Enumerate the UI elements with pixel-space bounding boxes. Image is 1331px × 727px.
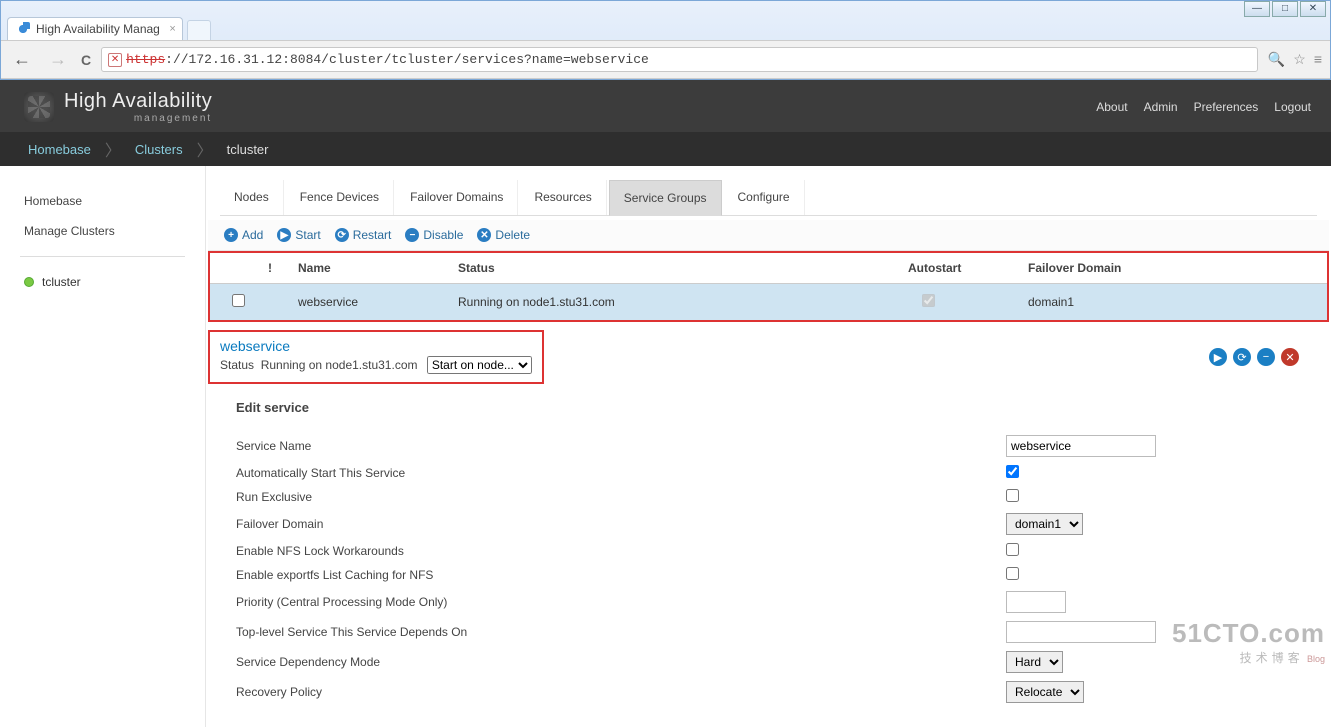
detail-start-icon[interactable]: ▶ xyxy=(1209,348,1227,366)
sidebar-manage-clusters[interactable]: Manage Clusters xyxy=(0,216,205,246)
checkbox-run-exclusive[interactable] xyxy=(1006,489,1019,502)
brand-subtitle: management xyxy=(64,113,212,124)
action-restart[interactable]: ⟳Restart xyxy=(335,228,392,242)
input-depends-on[interactable] xyxy=(1006,621,1156,643)
tab-nodes[interactable]: Nodes xyxy=(220,180,284,215)
col-priority: ! xyxy=(260,259,290,277)
input-priority[interactable] xyxy=(1006,591,1066,613)
col-name: Name xyxy=(290,259,450,277)
brand-title: High Availability xyxy=(64,90,212,113)
action-delete[interactable]: ✕Delete xyxy=(477,228,530,242)
tab-title: High Availability Manag xyxy=(36,22,160,36)
header-link-logout[interactable]: Logout xyxy=(1274,100,1311,114)
row-name: webservice xyxy=(290,293,450,311)
input-service-name[interactable] xyxy=(1006,435,1156,457)
plus-icon: + xyxy=(224,228,238,242)
row-status: Running on node1.stu31.com xyxy=(450,293,900,311)
action-start[interactable]: ▶Start xyxy=(277,228,320,242)
address-bar[interactable]: ✕ https://172.16.31.12:8084/cluster/tclu… xyxy=(101,47,1258,72)
label-exportfs: Enable exportfs List Caching for NFS xyxy=(236,568,1006,582)
label-run-exclusive: Run Exclusive xyxy=(236,490,1006,504)
row-select-checkbox[interactable] xyxy=(232,294,245,307)
header-link-preferences[interactable]: Preferences xyxy=(1194,100,1259,114)
tab-failover-domains[interactable]: Failover Domains xyxy=(396,180,518,215)
sidebar-homebase[interactable]: Homebase xyxy=(0,186,205,216)
chevron-right-icon: 〉 xyxy=(105,137,121,161)
select-failover-domain[interactable]: domain1 xyxy=(1006,513,1083,535)
url-scheme: https xyxy=(126,52,165,67)
sidebar-separator xyxy=(20,256,185,257)
search-icon[interactable]: 🔍 xyxy=(1268,51,1285,68)
window-close-button[interactable]: ✕ xyxy=(1300,1,1326,17)
service-detail-title: webservice xyxy=(220,338,532,354)
checkbox-nfs-lock[interactable] xyxy=(1006,543,1019,556)
label-service-name: Service Name xyxy=(236,439,1006,453)
tab-resources[interactable]: Resources xyxy=(520,180,606,215)
table-row[interactable]: webservice Running on node1.stu31.com do… xyxy=(210,284,1327,320)
bookmark-icon[interactable]: ☆ xyxy=(1293,51,1306,68)
label-priority: Priority (Central Processing Mode Only) xyxy=(236,595,1006,609)
checkbox-autostart[interactable] xyxy=(1006,465,1019,478)
section-title: Edit service xyxy=(236,400,1301,415)
status-dot-icon xyxy=(24,277,34,287)
breadcrumb-current: tcluster xyxy=(213,142,283,157)
insecure-icon: ✕ xyxy=(108,53,122,67)
minus-icon: − xyxy=(405,228,419,242)
label-dep-mode: Service Dependency Mode xyxy=(236,655,1006,669)
label-failover-domain: Failover Domain xyxy=(236,517,1006,531)
sidebar-cluster-item[interactable]: tcluster xyxy=(0,267,205,297)
menu-icon[interactable]: ≡ xyxy=(1314,51,1322,68)
reload-button[interactable]: C xyxy=(81,52,91,68)
new-tab-button[interactable] xyxy=(187,20,211,40)
col-autostart: Autostart xyxy=(900,259,1020,277)
header-link-about[interactable]: About xyxy=(1096,100,1127,114)
refresh-icon: ⟳ xyxy=(335,228,349,242)
table-header: ! Name Status Autostart Failover Domain xyxy=(210,251,1327,284)
detail-refresh-icon[interactable]: ⟳ xyxy=(1233,348,1251,366)
url-rest: ://172.16.31.12:8084/cluster/tcluster/se… xyxy=(165,52,649,67)
favicon-icon xyxy=(16,22,30,36)
forward-button[interactable]: → xyxy=(45,49,71,70)
start-on-node-select[interactable]: Start on node... xyxy=(427,356,532,374)
tab-service-groups[interactable]: Service Groups xyxy=(609,180,722,216)
x-icon: ✕ xyxy=(477,228,491,242)
breadcrumb-homebase[interactable]: Homebase xyxy=(14,142,105,157)
window-maximize-button[interactable]: □ xyxy=(1272,1,1298,17)
action-add[interactable]: +Add xyxy=(224,228,263,242)
window-minimize-button[interactable]: — xyxy=(1244,1,1270,17)
header-link-admin[interactable]: Admin xyxy=(1144,100,1178,114)
label-nfs-lock: Enable NFS Lock Workarounds xyxy=(236,544,1006,558)
label-autostart: Automatically Start This Service xyxy=(236,466,1006,480)
status-label: Status xyxy=(220,358,254,372)
sidebar-cluster-label: tcluster xyxy=(42,275,81,289)
breadcrumb: Homebase 〉 Clusters 〉 tcluster xyxy=(0,132,1331,166)
col-status: Status xyxy=(450,259,900,277)
row-autostart-checkbox xyxy=(922,294,935,307)
browser-tab[interactable]: High Availability Manag × xyxy=(7,17,183,40)
play-icon: ▶ xyxy=(277,228,291,242)
chevron-right-icon: 〉 xyxy=(197,137,213,161)
action-disable[interactable]: −Disable xyxy=(405,228,463,242)
detail-disable-icon[interactable]: − xyxy=(1257,348,1275,366)
row-failover-domain: domain1 xyxy=(1020,293,1220,311)
breadcrumb-clusters[interactable]: Clusters xyxy=(121,142,197,157)
checkbox-exportfs[interactable] xyxy=(1006,567,1019,580)
select-recovery[interactable]: Relocate xyxy=(1006,681,1084,703)
tab-fence-devices[interactable]: Fence Devices xyxy=(286,180,394,215)
status-value: Running on node1.stu31.com xyxy=(261,358,418,372)
tab-configure[interactable]: Configure xyxy=(724,180,805,215)
brand-logo-icon xyxy=(24,92,54,122)
back-button[interactable]: ← xyxy=(9,49,35,70)
label-depends-on: Top-level Service This Service Depends O… xyxy=(236,625,1006,639)
label-recovery: Recovery Policy xyxy=(236,685,1006,699)
col-failover-domain: Failover Domain xyxy=(1020,259,1220,277)
detail-delete-icon[interactable]: ✕ xyxy=(1281,348,1299,366)
tab-close-icon[interactable]: × xyxy=(169,23,175,35)
